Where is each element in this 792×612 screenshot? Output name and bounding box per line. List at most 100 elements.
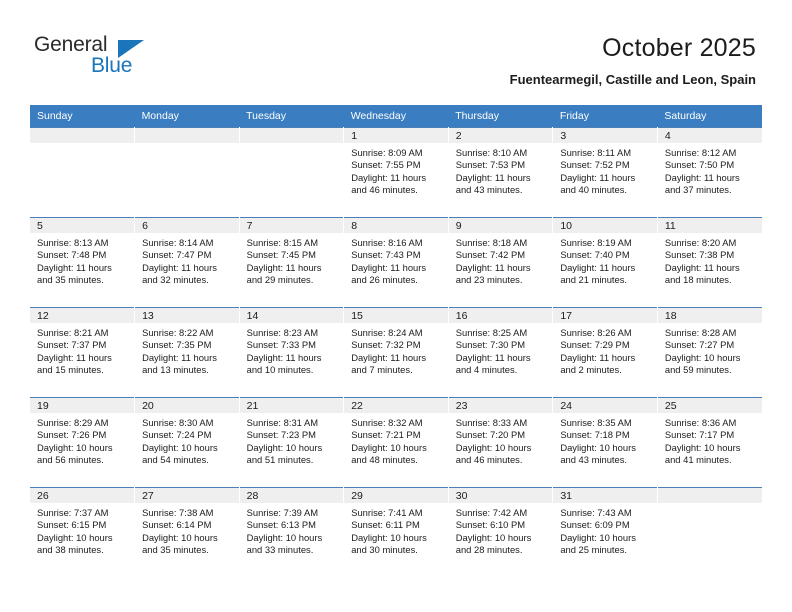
calendar-day-cell[interactable]: 10 Sunrise: 8:19 AM Sunset: 7:40 PM Dayligh… [552, 217, 658, 308]
calendar-day-cell[interactable]: 20 Sunrise: 8:30 AM Sunset: 7:24 PM Dayligh… [134, 397, 240, 488]
day-number: 12 [30, 308, 135, 323]
daylight-text-line1: Daylight: 11 hours [664, 261, 740, 273]
day-details: Sunrise: 8:26 AM Sunset: 7:29 PM Daylight:… [553, 323, 657, 377]
day-number: 26 [30, 488, 135, 503]
calendar-day-cell[interactable]: 28 Sunrise: 7:39 AM Sunset: 6:13 PM Dayligh… [239, 487, 345, 578]
calendar-day-cell[interactable]: 4 Sunrise: 8:12 AM Sunset: 7:50 PM Daylight… [657, 127, 762, 218]
sunset-text: Sunset: 6:10 PM [455, 519, 526, 531]
calendar-day-cell[interactable]: 19 Sunrise: 8:29 AM Sunset: 7:26 PM Dayligh… [30, 397, 136, 488]
day-details: Sunrise: 8:32 AM Sunset: 7:21 PM Daylight:… [344, 413, 448, 467]
weekday-header-friday: Friday [552, 105, 658, 128]
daylight-text-line1: Daylight: 10 hours [664, 351, 741, 363]
weekday-header-row: Sunday Monday Tuesday Wednesday Thursday… [30, 105, 762, 128]
day-number: 30 [448, 488, 553, 503]
daylight-text-line1: Daylight: 10 hours [351, 531, 427, 543]
day-details: Sunrise: 8:11 AM Sunset: 7:52 PM Daylight:… [553, 143, 657, 197]
calendar-day-cell-empty [239, 127, 345, 218]
calendar-day-cell[interactable]: 18 Sunrise: 8:28 AM Sunset: 7:27 PM Dayligh… [657, 307, 762, 398]
day-details: Sunrise: 8:20 AM Sunset: 7:38 PM Daylight:… [658, 233, 762, 287]
sunrise-text: Sunrise: 7:39 AM [246, 507, 319, 518]
calendar-day-cell[interactable]: 11 Sunrise: 8:20 AM Sunset: 7:38 PM Dayligh… [657, 217, 762, 308]
day-details: Sunrise: 8:18 AM Sunset: 7:42 PM Daylight:… [449, 233, 553, 287]
calendar-day-cell[interactable]: 25 Sunrise: 8:36 AM Sunset: 7:17 PM Dayligh… [657, 397, 762, 488]
calendar-day-cell[interactable]: 3 Sunrise: 8:11 AM Sunset: 7:52 PM Daylight… [552, 127, 658, 218]
calendar-day-cell-empty [134, 127, 240, 218]
day-number: 28 [239, 488, 344, 503]
daylight-text-line1: Daylight: 11 hours [246, 351, 322, 363]
day-number: 3 [553, 128, 657, 143]
sunset-text: Sunset: 7:35 PM [142, 339, 212, 351]
day-number: 29 [344, 488, 448, 503]
calendar-day-cell-empty [30, 127, 136, 218]
calendar-day-cell[interactable]: 13 Sunrise: 8:22 AM Sunset: 7:35 PM Dayligh… [134, 307, 240, 398]
sunset-text: Sunset: 6:13 PM [246, 519, 316, 531]
calendar-day-cell[interactable]: 15 Sunrise: 8:24 AM Sunset: 7:32 PM Dayligh… [343, 307, 449, 398]
daylight-text-line2: and 54 minutes. [142, 454, 209, 466]
calendar-day-cell[interactable]: 31 Sunrise: 7:43 AM Sunset: 6:09 PM Dayligh… [552, 487, 658, 578]
daylight-text-line1: Daylight: 11 hours [560, 171, 636, 183]
calendar-day-cell[interactable]: 29 Sunrise: 7:41 AM Sunset: 6:11 PM Dayligh… [343, 487, 449, 578]
day-details: Sunrise: 7:38 AM Sunset: 6:14 PM Daylight:… [135, 503, 239, 557]
daylight-text-line2: and 2 minutes. [560, 364, 622, 376]
daylight-text-line2: and 4 minutes. [455, 364, 518, 376]
calendar-day-cell[interactable]: 8 Sunrise: 8:16 AM Sunset: 7:43 PM Daylight… [343, 217, 449, 308]
calendar-day-cell[interactable]: 12 Sunrise: 8:21 AM Sunset: 7:37 PM Dayligh… [30, 307, 136, 398]
sunrise-text: Sunrise: 8:32 AM [351, 417, 423, 428]
day-number: 23 [448, 398, 553, 413]
day-details: Sunrise: 8:36 AM Sunset: 7:17 PM Daylight:… [658, 413, 762, 467]
daylight-text-line1: Daylight: 11 hours [560, 261, 636, 273]
calendar-day-cell[interactable]: 6 Sunrise: 8:14 AM Sunset: 7:47 PM Daylight… [134, 217, 240, 308]
day-details: Sunrise: 8:24 AM Sunset: 7:32 PM Daylight:… [344, 323, 448, 377]
sunset-text: Sunset: 7:48 PM [37, 249, 107, 261]
sunset-text: Sunset: 7:45 PM [246, 249, 316, 261]
calendar-day-cell[interactable]: 1 Sunrise: 8:09 AM Sunset: 7:55 PM Daylight… [343, 127, 449, 218]
sunrise-text: Sunrise: 8:24 AM [351, 327, 423, 338]
weekday-header-monday: Monday [134, 105, 240, 128]
calendar-day-cell[interactable]: 21 Sunrise: 8:31 AM Sunset: 7:23 PM Dayligh… [239, 397, 345, 488]
calendar-grid: Sunday Monday Tuesday Wednesday Thursday… [30, 105, 762, 578]
day-details: Sunrise: 8:29 AM Sunset: 7:26 PM Daylight:… [30, 413, 134, 467]
sunset-text: Sunset: 7:43 PM [351, 249, 421, 261]
daylight-text-line2: and 43 minutes. [455, 184, 523, 196]
calendar-day-cell[interactable]: 30 Sunrise: 7:42 AM Sunset: 6:10 PM Dayligh… [448, 487, 554, 578]
calendar-day-cell[interactable]: 26 Sunrise: 7:37 AM Sunset: 6:15 PM Dayligh… [30, 487, 136, 578]
calendar-day-cell[interactable]: 17 Sunrise: 8:26 AM Sunset: 7:29 PM Dayligh… [552, 307, 658, 398]
calendar-day-cell[interactable]: 16 Sunrise: 8:25 AM Sunset: 7:30 PM Dayligh… [448, 307, 554, 398]
daylight-text-line1: Daylight: 11 hours [351, 261, 427, 273]
calendar-day-cell[interactable]: 9 Sunrise: 8:18 AM Sunset: 7:42 PM Daylight… [448, 217, 554, 308]
sunrise-text: Sunrise: 8:28 AM [664, 327, 737, 338]
day-details: Sunrise: 7:41 AM Sunset: 6:11 PM Daylight:… [344, 503, 448, 557]
sunrise-text: Sunrise: 8:15 AM [246, 237, 319, 248]
day-number: 4 [657, 128, 762, 143]
sunrise-text: Sunrise: 8:26 AM [560, 327, 632, 338]
sunrise-text: Sunrise: 8:11 AM [560, 147, 632, 158]
daylight-text-line1: Daylight: 11 hours [142, 261, 217, 273]
daylight-text-line1: Daylight: 10 hours [455, 531, 532, 543]
calendar-day-cell[interactable]: 23 Sunrise: 8:33 AM Sunset: 7:20 PM Dayligh… [448, 397, 554, 488]
daylight-text-line2: and 26 minutes. [351, 274, 418, 286]
weekday-header-wednesday: Wednesday [343, 105, 449, 128]
day-number: 11 [657, 218, 762, 233]
daylight-text-line1: Daylight: 11 hours [246, 261, 322, 273]
sunset-text: Sunset: 6:09 PM [560, 519, 630, 531]
calendar-day-cell[interactable]: 22 Sunrise: 8:32 AM Sunset: 7:21 PM Dayligh… [343, 397, 449, 488]
calendar-day-cell[interactable]: 7 Sunrise: 8:15 AM Sunset: 7:45 PM Daylight… [239, 217, 345, 308]
daylight-text-line2: and 10 minutes. [246, 364, 314, 376]
day-details: Sunrise: 8:22 AM Sunset: 7:35 PM Daylight:… [135, 323, 239, 377]
sunset-text: Sunset: 7:20 PM [455, 429, 526, 441]
calendar-day-cell[interactable]: 27 Sunrise: 7:38 AM Sunset: 6:14 PM Dayligh… [134, 487, 240, 578]
sunset-text: Sunset: 7:29 PM [560, 339, 630, 351]
sunrise-text: Sunrise: 8:19 AM [560, 237, 632, 248]
daylight-text-line2: and 25 minutes. [560, 544, 628, 556]
calendar-day-cell[interactable]: 24 Sunrise: 8:35 AM Sunset: 7:18 PM Dayligh… [552, 397, 658, 488]
sunrise-text: Sunrise: 8:21 AM [37, 327, 109, 338]
day-details: Sunrise: 8:25 AM Sunset: 7:30 PM Daylight:… [449, 323, 553, 377]
sunset-text: Sunset: 7:38 PM [664, 249, 735, 261]
day-number: 17 [553, 308, 657, 323]
sunset-text: Sunset: 7:33 PM [246, 339, 316, 351]
calendar-day-cell[interactable]: 2 Sunrise: 8:10 AM Sunset: 7:53 PM Daylight… [448, 127, 554, 218]
day-details: Sunrise: 7:39 AM Sunset: 6:13 PM Daylight:… [240, 503, 344, 557]
calendar-day-cell[interactable]: 5 Sunrise: 8:13 AM Sunset: 7:48 PM Daylight… [30, 217, 136, 308]
calendar-day-cell[interactable]: 14 Sunrise: 8:23 AM Sunset: 7:33 PM Dayligh… [239, 307, 345, 398]
day-details: Sunrise: 8:28 AM Sunset: 7:27 PM Daylight:… [658, 323, 762, 377]
